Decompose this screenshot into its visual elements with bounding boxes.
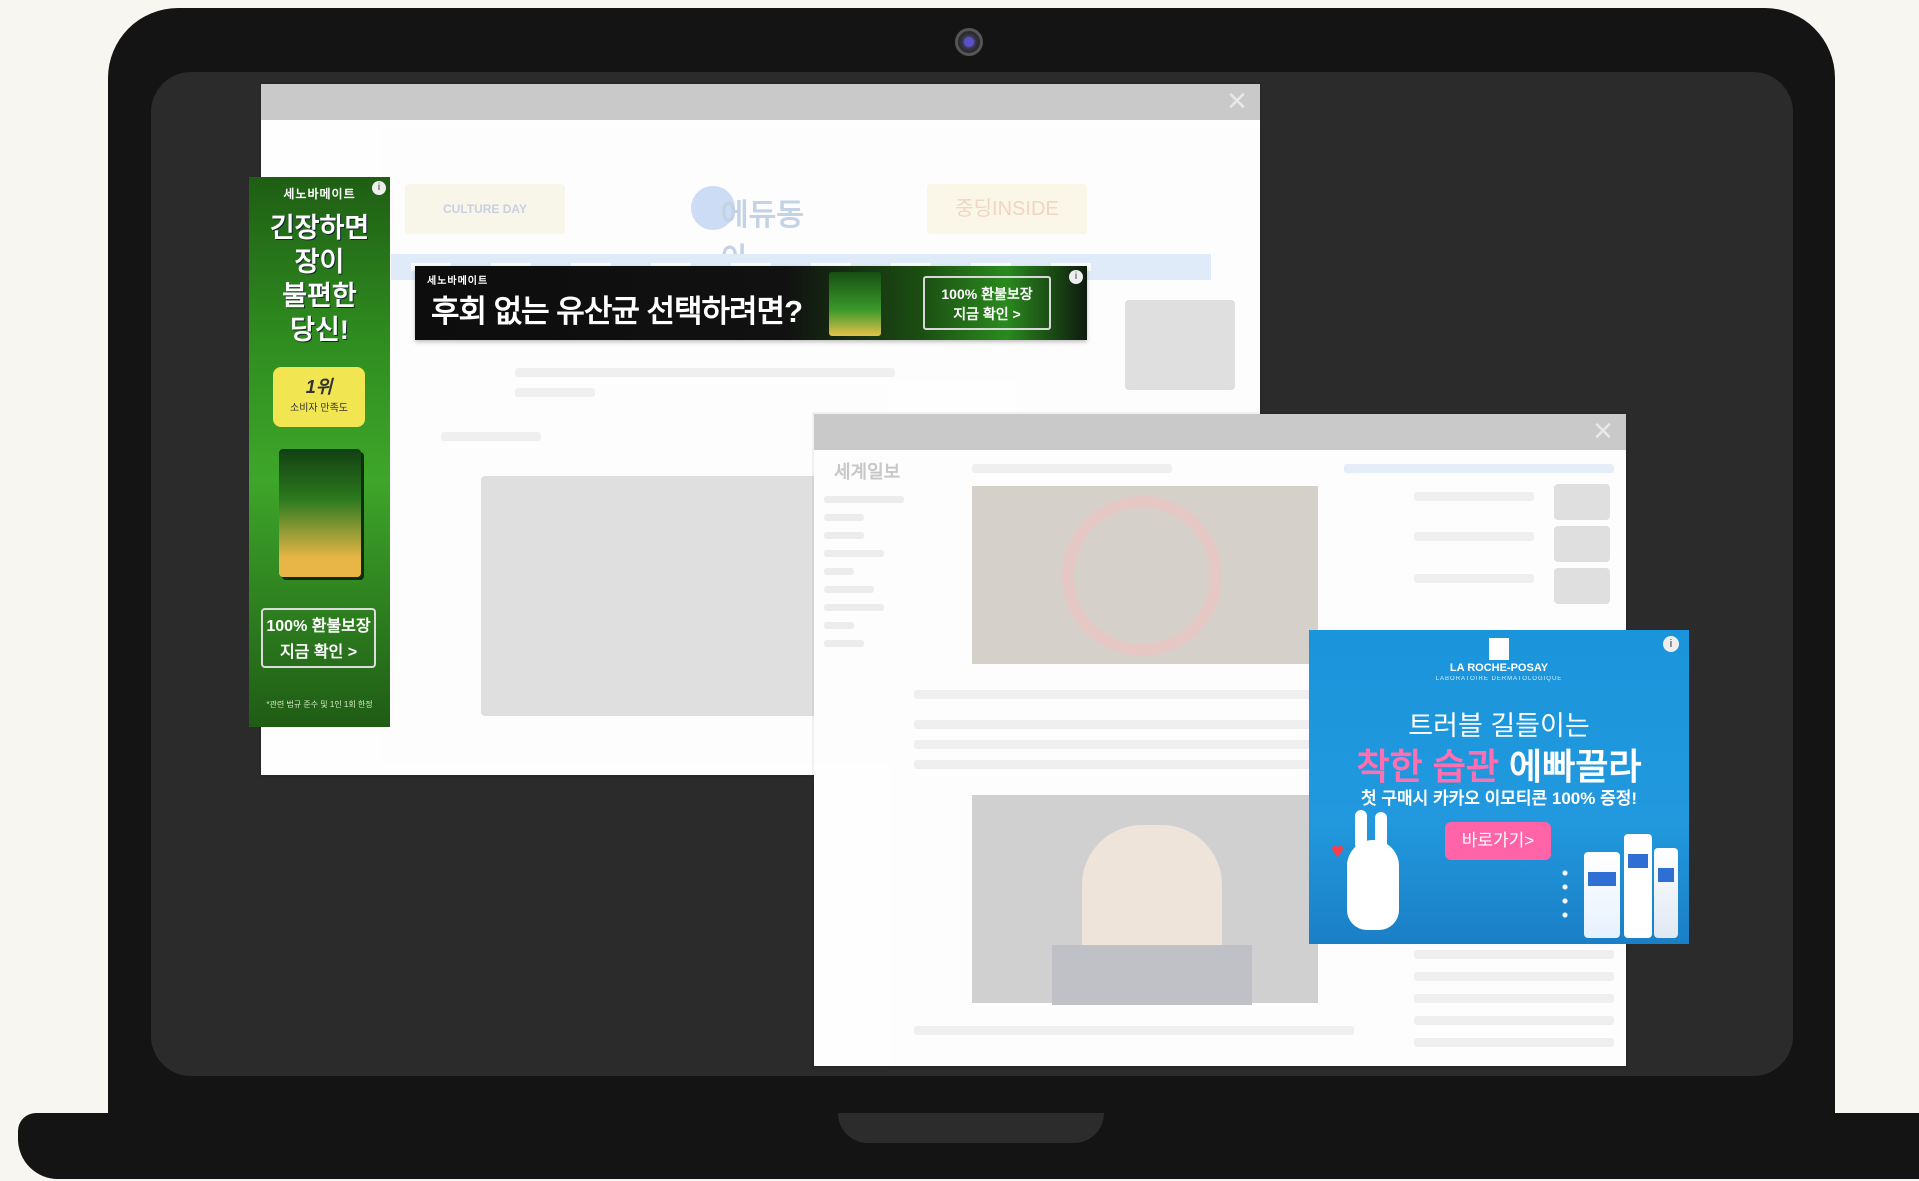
product-box-image (279, 449, 361, 577)
ad-info-icon[interactable]: i (1663, 636, 1679, 652)
site-logo[interactable]: 에듀동아 (691, 180, 811, 276)
article-image (481, 476, 821, 716)
sidebar-menu-line[interactable] (824, 514, 864, 521)
product-box-image (829, 272, 881, 336)
product-tube-image (1584, 852, 1620, 938)
ad-headline: 착한 습관 에빠끌라 (1356, 746, 1642, 787)
ad-cta-button[interactable]: 바로가기> (1445, 822, 1551, 860)
sidebar-menu-line[interactable] (824, 532, 864, 539)
close-icon[interactable]: ✕ (1224, 88, 1250, 114)
inside-banner[interactable]: 중딩INSIDE (927, 184, 1087, 234)
heart-icon: ♥ (1331, 838, 1345, 863)
close-icon[interactable]: ✕ (1590, 418, 1616, 444)
article-text-line (914, 720, 1314, 729)
article-text-line (914, 690, 1334, 699)
related-news-line[interactable] (1414, 532, 1534, 541)
product-tube-image (1654, 848, 1678, 938)
article-meta-line (515, 388, 595, 397)
sidebar-menu-line[interactable] (824, 622, 854, 629)
list-line[interactable] (1414, 1038, 1614, 1047)
ad-cta-button[interactable]: 100% 환불보장 지금 확인 > (923, 276, 1051, 330)
list-line[interactable] (1414, 994, 1614, 1003)
ad-info-icon[interactable]: i (1069, 270, 1083, 284)
cosmetic-popup-ad[interactable]: i LA ROCHE-POSAY LABORATOIRE DERMATOLOGI… (1309, 630, 1689, 944)
ad-promo: 첫 구매시 카카오 이모티콘 100% 증정! (1360, 789, 1638, 808)
ad-brand: LA ROCHE-POSAY (1449, 662, 1549, 674)
laptop-notch (838, 1113, 1104, 1143)
article-photo (972, 795, 1318, 1005)
ad-headline: 후회 없는 유산균 선택하려면? (431, 294, 803, 329)
window-titlebar: ✕ (261, 84, 1260, 120)
article-image (972, 486, 1318, 664)
radiation-symbol-icon (1062, 496, 1222, 656)
ad-brand-sub: LABORATOIRE DERMATOLOGIQUE (1435, 676, 1563, 682)
list-line[interactable] (1414, 950, 1614, 959)
window-titlebar: ✕ (814, 414, 1626, 450)
webcam-icon (955, 28, 983, 56)
sidebar-thumbnail (1125, 300, 1235, 390)
sidebar-menu-line[interactable] (824, 640, 864, 647)
site-logo[interactable]: 세계일보 (834, 458, 900, 484)
related-thumbnail[interactable] (1554, 526, 1610, 562)
related-news-line[interactable] (1414, 492, 1534, 501)
headline-line (972, 464, 1172, 473)
bunny-character-icon (1347, 810, 1399, 930)
sidebar-menu-line[interactable] (824, 604, 884, 611)
ad-headline: 긴장하면 장이 불편한 당신! (269, 213, 370, 345)
skyscraper-ad[interactable]: 세노바메이트 i 긴장하면 장이 불편한 당신! 1위 소비자 만족도 100%… (249, 177, 390, 727)
article-text-line (914, 760, 1314, 769)
ad-brand: 세노바메이트 (283, 187, 356, 201)
culture-day-banner[interactable]: CULTURE DAY (405, 184, 565, 234)
list-line[interactable] (1414, 972, 1614, 981)
related-thumbnail[interactable] (1554, 568, 1610, 604)
product-bottle-image (1624, 834, 1652, 938)
related-thumbnail[interactable] (1554, 484, 1610, 520)
brand-logo-icon (1489, 638, 1509, 660)
sidebar-menu-line[interactable] (824, 496, 904, 503)
ad-fine-print: *관련 법규 준수 및 1인 1회 한정 (266, 700, 373, 709)
ad-cta-button[interactable]: 100% 환불보장 지금 확인 > (261, 608, 376, 668)
sidebar-menu-line[interactable] (824, 568, 854, 575)
sparkle-dots (1561, 866, 1569, 926)
ad-info-icon[interactable]: i (372, 181, 386, 195)
section-label-line (441, 432, 541, 441)
article-text-line (914, 740, 1314, 749)
ad-brand: 세노바메이트 (427, 276, 489, 287)
leaderboard-ad[interactable]: 세노바메이트 i 후회 없는 유산균 선택하려면? 100% 환불보장 지금 확… (415, 266, 1087, 340)
sidebar-menu-line[interactable] (824, 586, 874, 593)
article-title-line (515, 368, 895, 377)
article-text-line (914, 1026, 1354, 1035)
rank-badge: 1위 소비자 만족도 (273, 367, 365, 427)
related-news-line[interactable] (1414, 574, 1534, 583)
sidebar-menu-line[interactable] (824, 550, 884, 557)
ticker-line (1344, 464, 1614, 473)
list-line[interactable] (1414, 1016, 1614, 1025)
